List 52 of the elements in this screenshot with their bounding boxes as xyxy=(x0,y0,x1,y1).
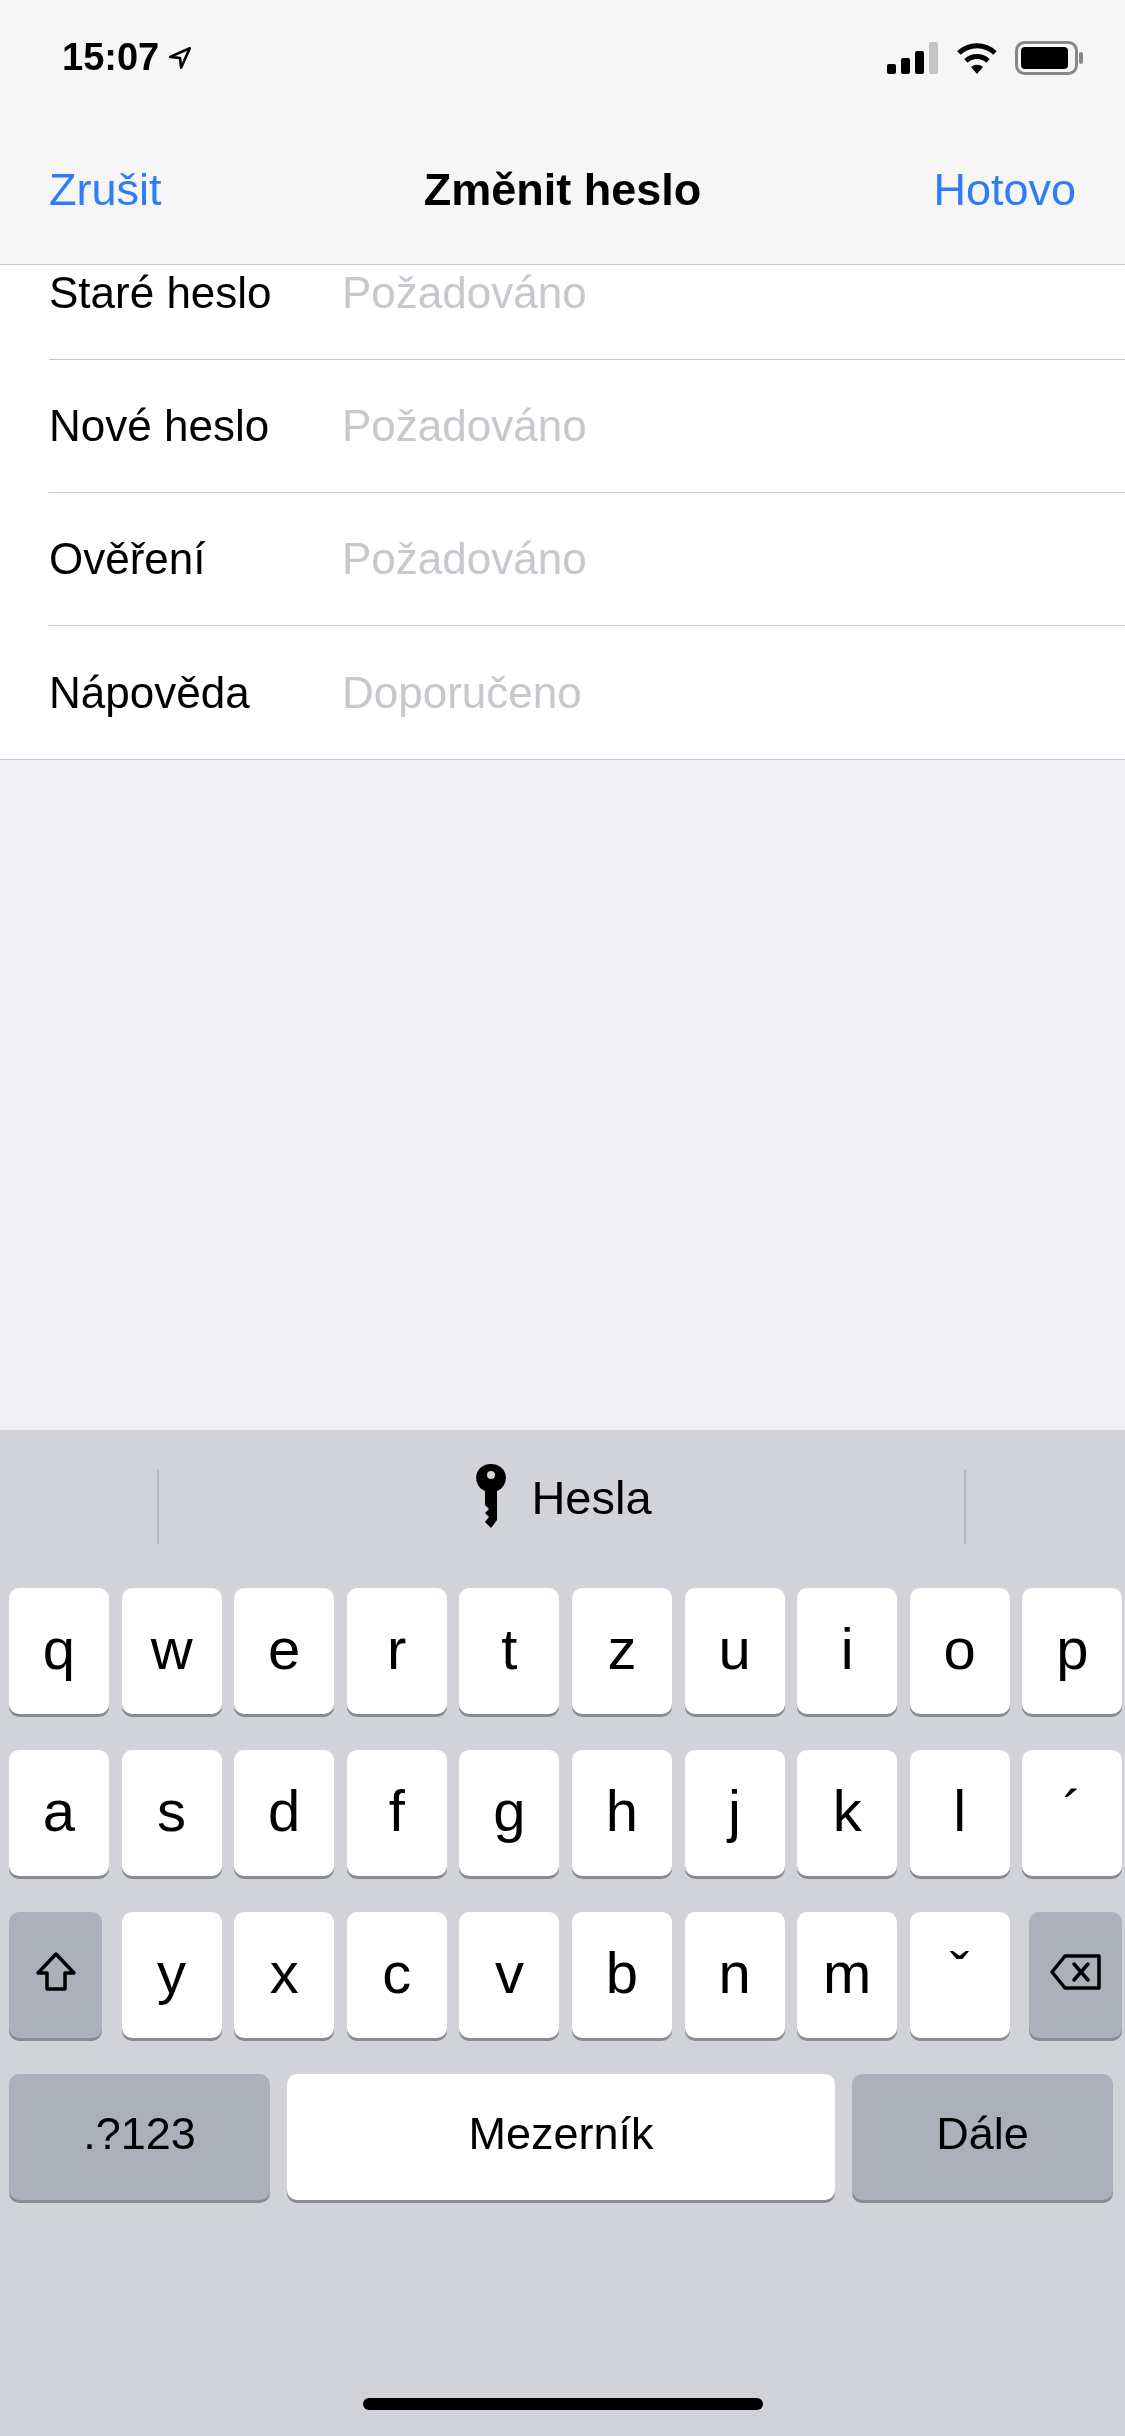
key[interactable]: m xyxy=(797,1912,898,2038)
key[interactable]: u xyxy=(684,1588,785,1714)
passwords-suggestion[interactable]: Hesla xyxy=(473,1461,652,1534)
field-label: Staré heslo xyxy=(49,268,273,318)
key[interactable]: ˇ xyxy=(909,1912,1010,2038)
done-button[interactable]: Hotovo xyxy=(933,163,1076,216)
key[interactable]: Dále xyxy=(852,2074,1113,2200)
key[interactable]: w xyxy=(121,1588,222,1714)
key[interactable]: e xyxy=(234,1588,335,1714)
backspace-key[interactable] xyxy=(1029,1912,1123,2038)
key[interactable]: z xyxy=(571,1588,672,1714)
input-field[interactable]: Doporučeno xyxy=(342,667,1125,718)
key[interactable]: a xyxy=(9,1750,109,1876)
shift-key[interactable] xyxy=(9,1912,102,2038)
key[interactable]: g xyxy=(459,1750,560,1876)
shift-icon xyxy=(33,1951,78,1993)
key[interactable]: f xyxy=(346,1750,447,1876)
key[interactable]: x xyxy=(234,1912,335,2038)
battery-icon xyxy=(1015,40,1085,75)
key[interactable]: i xyxy=(797,1588,898,1714)
key[interactable]: b xyxy=(571,1912,672,2038)
space-key[interactable]: Mezerník xyxy=(287,2074,835,2200)
wifi-icon xyxy=(955,40,999,75)
status-time: 15:07 xyxy=(62,36,160,79)
key[interactable]: k xyxy=(797,1750,898,1876)
key[interactable]: d xyxy=(234,1750,335,1876)
key[interactable]: .?123 xyxy=(9,2074,270,2200)
input-field[interactable]: Požadováno xyxy=(342,401,1125,451)
backspace-icon xyxy=(1048,1953,1103,1991)
key[interactable]: ´ xyxy=(1022,1750,1123,1876)
key[interactable]: v xyxy=(459,1912,560,2038)
key[interactable]: q xyxy=(9,1588,109,1714)
cancel-button[interactable]: Zrušit xyxy=(49,163,162,216)
field-label: Nápověda xyxy=(49,667,251,718)
key[interactable]: r xyxy=(346,1588,447,1714)
field-label: Nové heslo xyxy=(49,401,271,451)
key[interactable]: p xyxy=(1022,1588,1123,1714)
key[interactable]: s xyxy=(121,1750,222,1876)
key[interactable]: l xyxy=(909,1750,1010,1876)
key[interactable]: j xyxy=(684,1750,785,1876)
key[interactable]: t xyxy=(459,1588,560,1714)
signal-icon xyxy=(887,41,941,74)
location-icon xyxy=(167,44,194,71)
key[interactable]: h xyxy=(571,1750,672,1876)
input-field[interactable]: Požadováno xyxy=(342,268,1125,318)
key[interactable]: n xyxy=(684,1912,785,2038)
key[interactable]: o xyxy=(909,1588,1010,1714)
key[interactable]: c xyxy=(346,1912,447,2038)
nav-title: Změnit heslo xyxy=(423,163,702,216)
field-label: Ověření xyxy=(49,534,207,584)
key[interactable]: y xyxy=(121,1912,222,2038)
input-field[interactable]: Požadováno xyxy=(342,534,1125,584)
